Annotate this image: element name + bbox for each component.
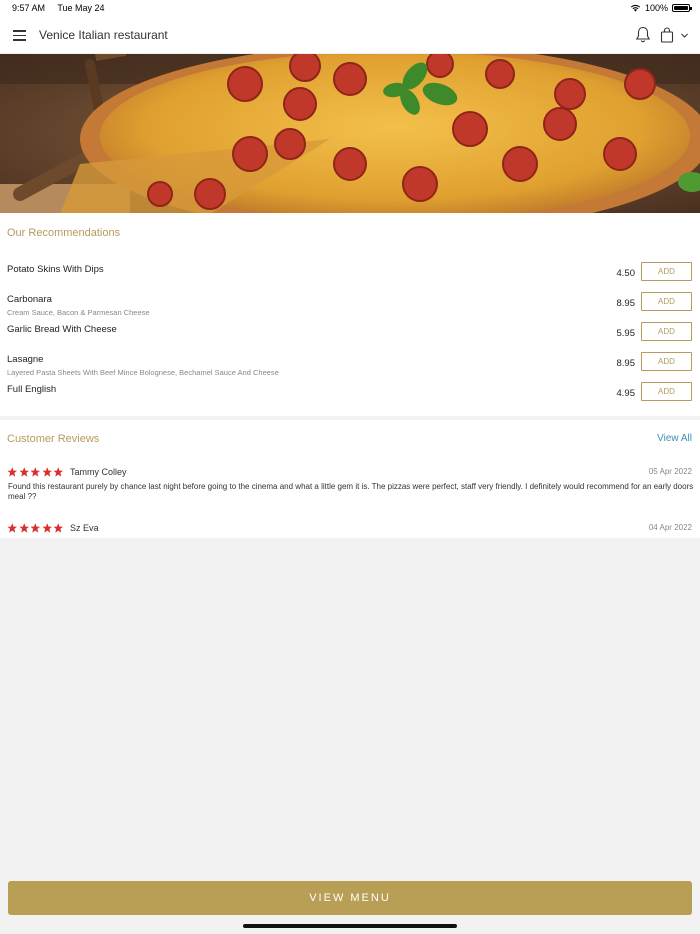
menu-item: Potato Skins With Dips 4.50 ADD	[0, 262, 700, 294]
menu-item-name: Potato Skins With Dips	[7, 264, 104, 275]
chevron-down-icon[interactable]	[680, 31, 689, 40]
star-icon	[41, 467, 52, 477]
recommendations-title: Our Recommendations	[7, 227, 121, 239]
status-time: 9:57 AM	[12, 3, 46, 13]
star-icon	[41, 523, 52, 533]
add-button[interactable]: ADD	[641, 382, 692, 401]
menu-item: Full English 4.95 ADD	[0, 382, 700, 414]
menu-item-price: 8.95	[616, 298, 636, 309]
view-menu-button[interactable]: VIEW MENU	[8, 881, 692, 915]
add-button[interactable]: ADD	[641, 292, 692, 311]
view-all-link[interactable]: View All	[657, 433, 692, 444]
status-date: Tue May 24	[57, 3, 105, 13]
bag-icon[interactable]	[660, 27, 674, 43]
review-text: Found this restaurant purely by chance l…	[8, 482, 694, 501]
menu-item: Lasagne Layered Pasta Sheets With Beef M…	[0, 352, 700, 384]
battery-icon	[672, 4, 692, 12]
menu-item: Garlic Bread With Cheese 5.95 ADD	[0, 322, 700, 354]
star-rating	[7, 523, 64, 533]
menu-item-description: Cream Sauce, Bacon & Parmesan Cheese	[7, 308, 150, 317]
star-icon	[18, 467, 29, 477]
restaurant-title: Venice Italian restaurant	[39, 28, 168, 42]
star-rating	[7, 467, 64, 477]
menu-item-price: 8.95	[616, 358, 636, 369]
pizza-illustration	[0, 54, 700, 213]
star-icon	[7, 467, 18, 477]
star-icon	[18, 523, 29, 533]
menu-item-description: Layered Pasta Sheets With Beef Mince Bol…	[7, 368, 279, 377]
bell-icon[interactable]	[635, 26, 651, 44]
recommendations-section: Our Recommendations Potato Skins With Di…	[0, 213, 700, 416]
add-button[interactable]: ADD	[641, 262, 692, 281]
menu-item-name: Carbonara	[7, 294, 52, 305]
menu-item-name: Full English	[7, 384, 57, 395]
star-icon	[53, 467, 64, 477]
reviewer-name: Tammy Colley	[70, 467, 127, 477]
review-date: 05 Apr 2022	[648, 467, 692, 476]
review-date: 04 Apr 2022	[648, 523, 692, 532]
menu-item-price: 4.95	[616, 388, 636, 399]
star-icon	[7, 523, 18, 533]
menu-item-price: 5.95	[616, 328, 636, 339]
reviews-title: Customer Reviews	[7, 433, 100, 445]
menu-item-name: Garlic Bread With Cheese	[7, 324, 117, 335]
menu-item: Carbonara Cream Sauce, Bacon & Parmesan …	[0, 292, 700, 324]
menu-icon[interactable]	[13, 30, 26, 41]
wifi-icon	[630, 4, 641, 12]
battery-percent: 100%	[644, 3, 668, 13]
star-icon	[53, 523, 64, 533]
reviewer-name: Sz Eva	[70, 523, 99, 533]
app-header: Venice Italian restaurant	[0, 16, 700, 54]
status-bar: 9:57 AM Tue May 24 100%	[0, 0, 700, 16]
hero-pizza-image	[0, 54, 700, 213]
add-button[interactable]: ADD	[641, 322, 692, 341]
menu-item-name: Lasagne	[7, 354, 44, 365]
menu-item-price: 4.50	[616, 268, 636, 279]
home-indicator[interactable]	[243, 924, 457, 928]
star-icon	[30, 523, 41, 533]
add-button[interactable]: ADD	[641, 352, 692, 371]
reviews-section: Customer Reviews View All Tammy Colley 0…	[0, 420, 700, 538]
star-icon	[30, 467, 41, 477]
